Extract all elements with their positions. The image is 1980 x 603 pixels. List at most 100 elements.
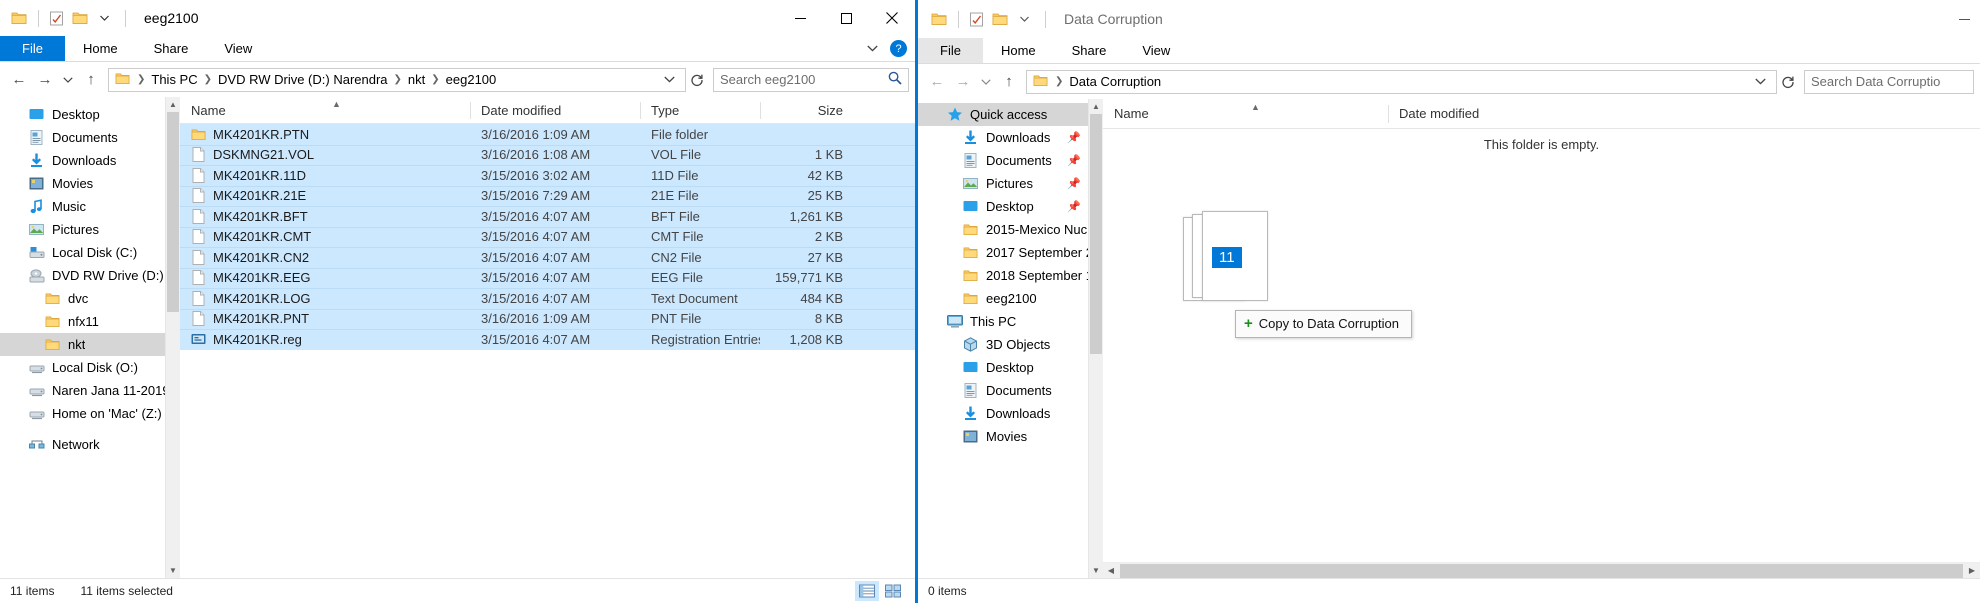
large-icons-view-icon[interactable] bbox=[881, 581, 905, 601]
sidebar-item-2018-september-17th[interactable]: 2018 September 17th - bbox=[918, 264, 1103, 287]
back-button[interactable]: ← bbox=[924, 69, 950, 95]
sidebar-item-local-disk-o[interactable]: Local Disk (O:) bbox=[0, 356, 180, 379]
table-row[interactable]: MK4201KR.reg3/15/2016 4:07 AMRegistratio… bbox=[180, 329, 915, 350]
sidebar-item-local-disk-c[interactable]: Local Disk (C:) bbox=[0, 241, 180, 264]
file-name-cell[interactable]: MK4201KR.PNT bbox=[180, 311, 470, 326]
breadcrumb-item-eeg2100[interactable]: eeg2100 bbox=[443, 72, 500, 87]
sidebar-item-2017-september-25th-o[interactable]: 2017 September 25th o bbox=[918, 241, 1103, 264]
sidebar-item-network[interactable]: Network bbox=[0, 433, 180, 456]
file-name-cell[interactable]: MK4201KR.BFT bbox=[180, 209, 470, 224]
new-folder-icon[interactable] bbox=[989, 8, 1011, 30]
right-titlebar[interactable]: Data Corruption bbox=[918, 0, 1980, 38]
scrollbar-thumb[interactable] bbox=[1120, 564, 1963, 578]
pin-icon[interactable]: 📌 bbox=[1067, 200, 1081, 213]
forward-button[interactable]: → bbox=[950, 69, 976, 95]
refresh-icon[interactable] bbox=[1777, 71, 1799, 93]
table-row[interactable]: MK4201KR.CN23/15/2016 4:07 AMCN2 File27 … bbox=[180, 247, 915, 268]
new-folder-icon[interactable] bbox=[69, 7, 91, 29]
table-row[interactable]: MK4201KR.CMT3/15/2016 4:07 AMCMT File2 K… bbox=[180, 227, 915, 248]
sidebar-item-movies[interactable]: Movies bbox=[0, 172, 180, 195]
sidebar-item-quick-access[interactable]: Quick access bbox=[918, 103, 1103, 126]
breadcrumb-item-data-corruption[interactable]: Data Corruption bbox=[1066, 74, 1164, 89]
breadcrumb-dropdown-icon[interactable] bbox=[1749, 76, 1772, 88]
breadcrumb[interactable]: ❯ This PC ❯ DVD RW Drive (D:) Narendra ❯… bbox=[108, 68, 686, 92]
recent-locations-button[interactable] bbox=[58, 67, 78, 93]
properties-icon[interactable] bbox=[45, 7, 67, 29]
sidebar-item-nkt[interactable]: nkt bbox=[0, 333, 180, 356]
scroll-down-icon[interactable]: ▼ bbox=[1089, 563, 1103, 578]
table-row[interactable]: MK4201KR.11D3/15/2016 3:02 AM11D File42 … bbox=[180, 165, 915, 186]
sidebar-item-nfx11[interactable]: nfx11 bbox=[0, 310, 180, 333]
file-name-cell[interactable]: MK4201KR.PTN bbox=[180, 127, 470, 142]
recent-locations-button[interactable] bbox=[976, 69, 996, 95]
details-view-icon[interactable] bbox=[855, 581, 879, 601]
table-row[interactable]: MK4201KR.EEG3/15/2016 4:07 AMEEG File159… bbox=[180, 268, 915, 289]
pin-icon[interactable]: 📌 bbox=[1067, 154, 1081, 167]
properties-icon[interactable] bbox=[965, 8, 987, 30]
tab-share[interactable]: Share bbox=[136, 36, 207, 61]
up-button[interactable]: ↑ bbox=[78, 67, 104, 93]
minimize-button[interactable] bbox=[777, 0, 823, 36]
sidebar-scrollbar[interactable]: ▲ ▼ bbox=[1088, 99, 1103, 578]
customize-dropdown-icon[interactable] bbox=[1013, 8, 1035, 30]
table-row[interactable]: MK4201KR.BFT3/15/2016 4:07 AMBFT File1,2… bbox=[180, 206, 915, 227]
pin-icon[interactable]: 📌 bbox=[1067, 177, 1081, 190]
tab-home[interactable]: Home bbox=[983, 38, 1054, 63]
tab-view[interactable]: View bbox=[206, 36, 270, 61]
scroll-down-icon[interactable]: ▼ bbox=[166, 563, 180, 578]
chevron-down-icon[interactable] bbox=[867, 43, 878, 55]
file-name-cell[interactable]: MK4201KR.CN2 bbox=[180, 250, 470, 265]
up-button[interactable]: ↑ bbox=[996, 69, 1022, 95]
tab-home[interactable]: Home bbox=[65, 36, 136, 61]
tab-file[interactable]: File bbox=[918, 38, 983, 63]
customize-dropdown-icon[interactable] bbox=[93, 7, 115, 29]
table-row[interactable]: MK4201KR.PTN3/16/2016 1:09 AMFile folder bbox=[180, 124, 915, 145]
minimize-button[interactable] bbox=[1959, 0, 1970, 38]
sidebar-item-dvd-drive[interactable]: DVD RW Drive (D:) Nare bbox=[0, 264, 180, 287]
sidebar-item-documents[interactable]: Documents📌 bbox=[918, 149, 1103, 172]
file-name-cell[interactable]: MK4201KR.CMT bbox=[180, 229, 470, 244]
sidebar-item-this-pc[interactable]: This PC bbox=[918, 310, 1103, 333]
table-row[interactable]: MK4201KR.21E3/15/2016 7:29 AM21E File25 … bbox=[180, 186, 915, 207]
sidebar-item-desktop[interactable]: Desktop bbox=[918, 356, 1103, 379]
file-name-cell[interactable]: MK4201KR.21E bbox=[180, 188, 470, 203]
sidebar-scrollbar[interactable]: ▲ ▼ bbox=[165, 97, 180, 578]
scroll-up-icon[interactable]: ▲ bbox=[166, 97, 180, 112]
column-header-size[interactable]: Size bbox=[760, 97, 854, 124]
sidebar-item-3d-objects[interactable]: 3D Objects bbox=[918, 333, 1103, 356]
table-row[interactable]: MK4201KR.PNT3/16/2016 1:09 AMPNT File8 K… bbox=[180, 309, 915, 330]
sidebar-item-downloads[interactable]: Downloads bbox=[918, 402, 1103, 425]
file-name-cell[interactable]: MK4201KR.LOG bbox=[180, 291, 470, 306]
breadcrumb-dropdown-icon[interactable] bbox=[658, 74, 681, 86]
sidebar-item-dvc[interactable]: dvc bbox=[0, 287, 180, 310]
tab-file[interactable]: File bbox=[0, 36, 65, 61]
sidebar-item-music[interactable]: Music bbox=[0, 195, 180, 218]
column-header-date-modified[interactable]: Date modified bbox=[1388, 99, 1638, 129]
close-button[interactable] bbox=[869, 0, 915, 36]
scroll-up-icon[interactable]: ▲ bbox=[1089, 99, 1103, 114]
sidebar-item-eeg2100[interactable]: eeg2100 bbox=[918, 287, 1103, 310]
sidebar-item-documents[interactable]: Documents bbox=[0, 126, 180, 149]
search-icon[interactable] bbox=[888, 71, 902, 88]
scroll-left-icon[interactable]: ◀ bbox=[1103, 563, 1119, 579]
column-header-name[interactable]: Name bbox=[1103, 99, 1388, 129]
pin-icon[interactable]: 📌 bbox=[1067, 131, 1081, 144]
search-input[interactable]: Search Data Corruptio bbox=[1811, 74, 1967, 89]
sidebar-item-pictures[interactable]: Pictures bbox=[0, 218, 180, 241]
sidebar-item-downloads[interactable]: Downloads bbox=[0, 149, 180, 172]
file-name-cell[interactable]: MK4201KR.EEG bbox=[180, 270, 470, 285]
left-titlebar[interactable]: eeg2100 bbox=[0, 0, 915, 36]
file-name-cell[interactable]: MK4201KR.11D bbox=[180, 168, 470, 183]
breadcrumb[interactable]: ❯ Data Corruption bbox=[1026, 70, 1777, 94]
file-name-cell[interactable]: MK4201KR.reg bbox=[180, 332, 470, 347]
help-icon[interactable]: ? bbox=[890, 40, 907, 57]
search-input[interactable]: Search eeg2100 bbox=[720, 72, 888, 87]
maximize-button[interactable] bbox=[823, 0, 869, 36]
sidebar-item-documents[interactable]: Documents bbox=[918, 379, 1103, 402]
column-header-type[interactable]: Type bbox=[640, 97, 760, 124]
sidebar-item-downloads[interactable]: Downloads📌 bbox=[918, 126, 1103, 149]
sidebar-item-movies[interactable]: Movies bbox=[918, 425, 1103, 448]
sidebar-item-2015-mexico-nucleo-ra[interactable]: 2015-Mexico Nucleo Ra bbox=[918, 218, 1103, 241]
tab-view[interactable]: View bbox=[1124, 38, 1188, 63]
breadcrumb-item-dvd-drive[interactable]: DVD RW Drive (D:) Narendra bbox=[215, 72, 391, 87]
